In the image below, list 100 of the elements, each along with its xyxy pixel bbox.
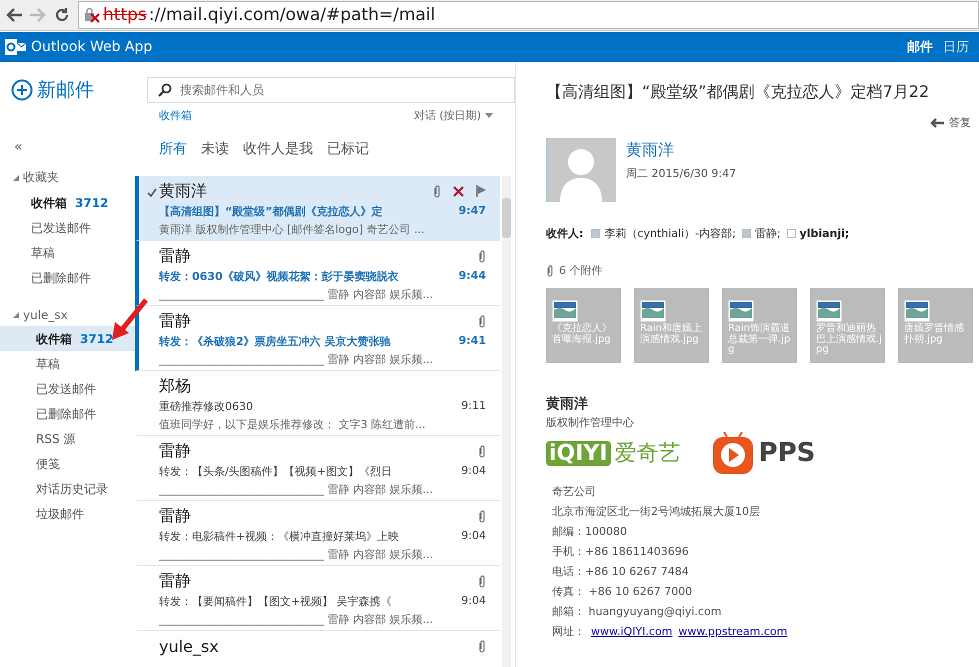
- sender-name: yule_sx: [159, 636, 219, 656]
- folder-item[interactable]: 收件箱 3712: [0, 190, 135, 215]
- scrollbar-thumb[interactable]: [502, 198, 511, 238]
- iqiyi-logo-name: 爱奇艺: [614, 440, 681, 468]
- scrollbar[interactable]: [502, 176, 511, 667]
- signature-department: 版权制作管理中心: [546, 415, 635, 430]
- app-title: Outlook Web App: [31, 39, 152, 55]
- image-file-icon: [552, 300, 578, 322]
- signature-line: 奇艺公司: [551, 484, 597, 500]
- avatar-silhouette: [546, 138, 616, 202]
- iqiyi-logo: iQIYI: [546, 440, 611, 466]
- filter-tab[interactable]: 已标记: [327, 140, 369, 158]
- app-nav-link[interactable]: 日历: [943, 38, 969, 56]
- folder-item[interactable]: 对话历史记录: [0, 476, 135, 501]
- message-preview: ______________________________ 雷静 内容部 娱乐频...: [159, 352, 434, 367]
- reply-button[interactable]: 答复: [930, 115, 971, 130]
- image-file-icon: [640, 300, 666, 322]
- signature-line: 电话：+86 10 6267 7484: [551, 564, 690, 580]
- delete-icon[interactable]: [453, 186, 464, 196]
- search-box[interactable]: 搜索邮件和人员: [147, 77, 515, 103]
- message-subject: 转发：【要闻稿件】【图文+视频】 吴宇森携《: [159, 594, 392, 609]
- sort-dropdown[interactable]: 对话 (按日期): [414, 108, 493, 123]
- address-bar[interactable]: https://mail.qiyi.com/owa/#path=/mail: [78, 1, 979, 29]
- search-icon: [158, 83, 172, 97]
- sender-name: 雷静: [159, 570, 191, 592]
- folder-item[interactable]: RSS 源: [0, 426, 135, 451]
- signature-line: 北京市海淀区北一街2号鸿城拓展大厦10层: [551, 504, 761, 520]
- message-item[interactable]: yule_sx: [135, 631, 500, 667]
- recipient-name[interactable]: 李莉（cynthiali）-内容部;: [604, 226, 736, 241]
- app-nav-link[interactable]: 邮件: [907, 38, 933, 56]
- message-preview: ______________________________ 雷静 内容部 娱乐频...: [159, 547, 434, 562]
- folder-item[interactable]: 草稿: [0, 240, 135, 265]
- message-preview: ______________________________ 雷静 内容部 娱乐频...: [159, 287, 434, 302]
- folder-group-header[interactable]: yule_sx: [0, 304, 135, 326]
- message-time: 9:47: [458, 204, 486, 219]
- message-time: 9:04: [461, 464, 486, 479]
- flag-icon[interactable]: [476, 185, 486, 197]
- signature-line: 邮编：100080: [551, 524, 628, 540]
- message-preview: ______________________________ 雷静 内容部 娱乐频...: [159, 482, 434, 497]
- outlook-logo-icon: [5, 38, 27, 56]
- signature-name: 黄雨洋: [546, 395, 589, 413]
- filter-tab[interactable]: 所有: [159, 140, 187, 158]
- message-time: 9:04: [461, 594, 486, 609]
- message-item[interactable]: 郑杨 重磅推荐修改0630 9:11 值班同学好，以下是娱乐推荐修改： 文字3 陈红遭前...: [135, 371, 500, 436]
- folder-item[interactable]: 已发送邮件: [0, 376, 135, 401]
- back-icon[interactable]: [6, 8, 22, 22]
- message-subject: 转发：《杀破狼2》票房坐五冲六 吴京大赞张驰: [159, 334, 390, 349]
- folder-item[interactable]: 已删除邮件: [0, 265, 135, 290]
- message-item[interactable]: 黄雨洋 【高清组图】“殿堂级”都偶剧《克拉恋人》定 9:47 黄雨洋 版权制作管理中心 [邮件签名logo] 奇艺公司 ...: [135, 176, 500, 241]
- check-icon[interactable]: [147, 188, 157, 197]
- message-item[interactable]: 雷静 转发：电影稿件+视频：《横冲直撞好莱坞》上映 9:04 ______________________________ 雷静 内容部 娱乐频...: [135, 501, 500, 566]
- pps-logo-text: PPS: [758, 438, 816, 468]
- reload-icon[interactable]: [54, 7, 70, 23]
- recipient-name[interactable]: ylbianji;: [800, 227, 850, 240]
- message-subject: 转发：电影稿件+视频：《横冲直撞好莱坞》上映: [159, 529, 400, 544]
- sender-name: 雷静: [159, 246, 191, 266]
- message-preview: 黄雨洋 版权制作管理中心 [邮件签名logo] 奇艺公司 ...: [159, 222, 426, 237]
- attachment-name: Rain和唐嫣上演感情戏.jpg: [640, 324, 703, 345]
- message-preview: ______________________________ 雷静 内容部 娱乐频...: [159, 612, 434, 627]
- sender-name-link[interactable]: 黄雨洋: [626, 140, 736, 161]
- email-subject: 【高清组图】“殿堂级”都偶剧《克拉恋人》定档7月22: [546, 82, 930, 103]
- signature-line: 传真： +86 10 6267 7000: [551, 584, 694, 600]
- attachment-name: 唐嫣罗晋情感扑朔.jpg: [904, 324, 965, 345]
- folder-item[interactable]: 收件箱 3712: [0, 326, 135, 351]
- sender-name: 黄雨洋: [159, 180, 207, 202]
- website-link[interactable]: www.iQIYI.com: [591, 622, 672, 642]
- folder-item[interactable]: 已删除邮件: [0, 401, 135, 426]
- sent-date: 周二 2015/6/30 9:47: [626, 166, 736, 181]
- plus-circle-icon: [11, 79, 33, 101]
- folder-group-header[interactable]: 收藏夹: [0, 165, 135, 190]
- attachments-count: 6 个附件: [559, 263, 602, 278]
- folder-item[interactable]: 已发送邮件: [0, 215, 135, 240]
- message-time: 9:44: [458, 269, 486, 284]
- sender-name: 雷静: [159, 440, 191, 462]
- message-preview: 值班同学好，以下是娱乐推荐修改： 文字3 陈红遭前...: [159, 417, 426, 432]
- folder-item[interactable]: 便笺: [0, 451, 135, 476]
- paperclip-icon: [546, 264, 554, 276]
- website-link[interactable]: www.ppstream.com: [678, 622, 788, 642]
- caret-icon: [485, 113, 493, 118]
- filter-tab[interactable]: 收件人是我: [243, 140, 313, 158]
- insecure-lock-icon: [83, 7, 101, 23]
- message-subject: 转发：【头条/头图稿件】【视频+图文】《烈日: [159, 464, 392, 479]
- signature-line: 手机：+86 18611403696: [551, 544, 690, 560]
- folder-item[interactable]: 垃圾邮件: [0, 501, 135, 526]
- recipient-name[interactable]: 雷静;: [754, 226, 781, 241]
- website-label: 网址：: [552, 624, 585, 640]
- new-mail-button[interactable]: 新邮件: [0, 77, 94, 103]
- attachment-name: 罗晋和迪丽热巴上演感情戏.jpg: [816, 324, 883, 356]
- folder-label: 收件箱: [159, 108, 192, 123]
- pps-logo-icon: [710, 432, 755, 474]
- signature-line: 邮箱： huangyuyang@qiyi.com: [551, 604, 722, 620]
- collapse-button[interactable]: «: [14, 139, 24, 155]
- filter-tab[interactable]: 未读: [201, 140, 229, 158]
- message-time: 9:41: [458, 334, 486, 349]
- recipients-label: 收件人:: [546, 226, 584, 241]
- sender-name: 雷静: [159, 506, 191, 526]
- message-item[interactable]: 雷静 转发：【要闻稿件】【图文+视频】 吴宇森携《 9:04 ______________________________ 雷静 内容部 娱乐频...: [135, 566, 500, 631]
- message-time: 9:04: [461, 529, 486, 544]
- folder-item[interactable]: 草稿: [0, 351, 135, 376]
- message-item[interactable]: 雷静 转发：【头条/头图稿件】【视频+图文】《烈日 9:04 ______________________________ 雷静 内容部 娱乐频...: [135, 436, 500, 501]
